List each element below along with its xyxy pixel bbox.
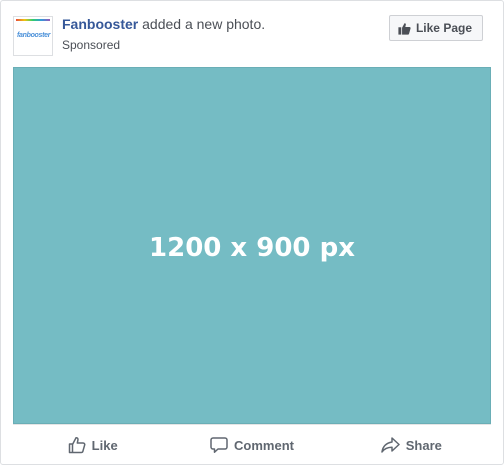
post-photo-placeholder[interactable]: 1200 x 900 px: [13, 67, 491, 424]
avatar-logo-bar: [16, 19, 50, 21]
post-action-text: added a new photo.: [138, 16, 266, 32]
share-arrow-icon: [381, 437, 400, 453]
like-label: Like: [91, 437, 118, 453]
post-action-bar: Like Comment Share: [13, 424, 491, 465]
post-headline: Fanbooster added a new photo.: [62, 16, 265, 32]
like-button[interactable]: Like: [13, 425, 172, 465]
thumbs-up-icon: [398, 22, 411, 35]
speech-bubble-icon: [210, 437, 228, 453]
avatar-logo-text: fanbooster: [17, 32, 51, 39]
post-header: fanbooster Fanbooster added a new photo.…: [13, 13, 491, 63]
thumbs-up-outline-icon: [68, 437, 86, 454]
sponsored-post-card: fanbooster Fanbooster added a new photo.…: [0, 0, 504, 465]
comment-label: Comment: [234, 437, 294, 453]
share-label: Share: [405, 437, 442, 453]
like-page-label: Like Page: [415, 21, 472, 35]
share-button[interactable]: Share: [332, 425, 491, 465]
sponsored-label[interactable]: Sponsored: [62, 38, 120, 52]
like-page-button[interactable]: Like Page: [388, 15, 483, 41]
comment-button[interactable]: Comment: [172, 425, 331, 465]
photo-dimensions-label: 1200 x 900 px: [149, 232, 355, 263]
page-name-link[interactable]: Fanbooster: [62, 16, 138, 32]
page-avatar[interactable]: fanbooster: [13, 16, 53, 56]
